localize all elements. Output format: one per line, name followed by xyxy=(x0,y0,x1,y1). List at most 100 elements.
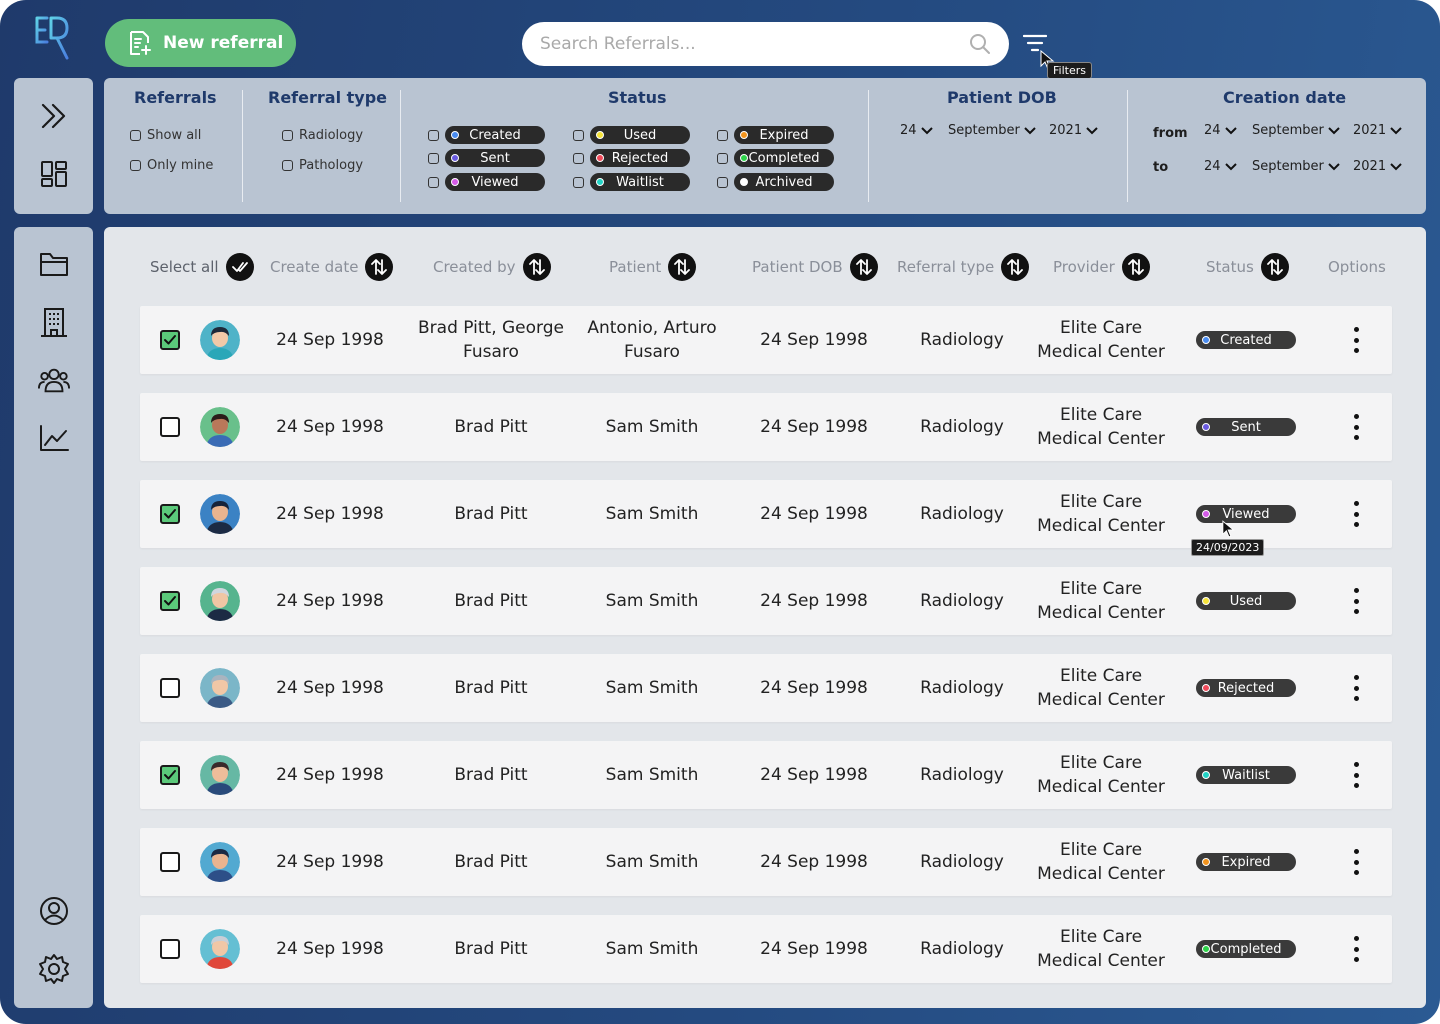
status-option-archived[interactable]: Archived xyxy=(717,173,834,191)
pathology-option[interactable]: Pathology xyxy=(282,158,363,173)
chart-icon[interactable] xyxy=(38,422,70,454)
table-row[interactable]: 24 Sep 1998 Brad Pitt Sam Smith 24 Sep 1998… xyxy=(140,654,1392,722)
provider-cell: Elite Care Medical Center xyxy=(1037,753,1165,797)
logo-icon[interactable] xyxy=(33,14,73,62)
patient-cell: Antonio, Arturo Fusaro xyxy=(587,318,717,362)
sort-status-button[interactable] xyxy=(1260,253,1289,281)
to-year-select[interactable]: 2021 xyxy=(1353,159,1402,174)
expand-icon[interactable] xyxy=(38,100,70,132)
status-option-completed[interactable]: Completed xyxy=(717,149,834,167)
status-option-sent[interactable]: Sent xyxy=(428,149,545,167)
table-row[interactable]: 24 Sep 1998 Brad Pitt Sam Smith 24 Sep 1998… xyxy=(140,741,1392,809)
search-input[interactable] xyxy=(540,34,969,54)
checkbox[interactable] xyxy=(573,129,584,141)
select-all-header[interactable]: Select all xyxy=(150,253,254,281)
patient-header: Patient xyxy=(609,253,697,281)
referral-type-filter-title: Referral type xyxy=(268,88,387,107)
kebab-icon[interactable] xyxy=(1346,759,1366,791)
settings-icon[interactable] xyxy=(38,953,70,985)
status-label: Sent xyxy=(1231,419,1261,435)
table-row[interactable]: 24 Sep 1998 Brad Pitt Sam Smith 24 Sep 1998… xyxy=(140,567,1392,635)
kebab-icon[interactable] xyxy=(1346,324,1366,356)
show-all-option[interactable]: Show all xyxy=(130,128,201,143)
dob-year-select[interactable]: 2021 xyxy=(1049,123,1098,138)
created-by-header: Created by xyxy=(433,253,551,281)
checkbox[interactable] xyxy=(428,176,439,188)
checkbox[interactable] xyxy=(573,152,584,164)
chevron-down-icon xyxy=(1086,126,1098,134)
from-year-select[interactable]: 2021 xyxy=(1353,123,1402,138)
search-bar[interactable] xyxy=(522,22,1009,66)
dob-year: 2021 xyxy=(1049,123,1083,138)
select-all-button[interactable] xyxy=(225,253,254,281)
status-option-viewed[interactable]: Viewed xyxy=(428,173,545,191)
status-option-created[interactable]: Created xyxy=(428,126,545,144)
checkbox[interactable] xyxy=(130,130,141,141)
sort-referral-type-button[interactable] xyxy=(1001,253,1030,281)
kebab-dot xyxy=(1353,435,1359,440)
profile-icon[interactable] xyxy=(38,895,70,927)
row-checkbox[interactable] xyxy=(160,417,180,437)
sort-provider-button[interactable] xyxy=(1121,253,1150,281)
patient-dob-cell: 24 Sep 1998 xyxy=(760,852,868,872)
dob-month-select[interactable]: September xyxy=(948,123,1036,138)
new-referral-label: New referral xyxy=(163,33,284,53)
row-checkbox[interactable] xyxy=(160,852,180,872)
created-by-cell: Brad Pitt xyxy=(454,939,528,959)
checkbox[interactable] xyxy=(282,130,293,141)
row-checkbox[interactable] xyxy=(160,591,180,611)
patient-dob-cell: 24 Sep 1998 xyxy=(760,678,868,698)
from-month-select[interactable]: September xyxy=(1252,123,1340,138)
patient-cell: Sam Smith xyxy=(605,678,699,698)
dashboard-icon[interactable] xyxy=(38,158,70,190)
table-row[interactable]: 24 Sep 1998 Brad Pitt Sam Smith 24 Sep 1998… xyxy=(140,915,1392,983)
checkbox[interactable] xyxy=(282,160,293,171)
search-icon[interactable] xyxy=(969,33,991,55)
status-pill: Archived xyxy=(734,173,834,191)
status-pill: Used xyxy=(590,126,690,144)
referrals-table: Select all Create date Created by Patient P… xyxy=(104,227,1426,1008)
table-row[interactable]: 24 Sep 1998 Brad Pitt Sam Smith 24 Sep 1998… xyxy=(140,393,1392,461)
status-option-rejected[interactable]: Rejected xyxy=(573,149,690,167)
folder-icon[interactable] xyxy=(38,248,70,280)
checkbox[interactable] xyxy=(428,129,439,141)
to-month-select[interactable]: September xyxy=(1252,159,1340,174)
dob-month: September xyxy=(948,123,1020,138)
row-checkbox[interactable] xyxy=(160,504,180,524)
sort-patient-dob-button[interactable] xyxy=(849,253,878,281)
checkbox[interactable] xyxy=(717,176,728,188)
kebab-icon[interactable] xyxy=(1346,672,1366,704)
only-mine-option[interactable]: Only mine xyxy=(130,158,213,173)
checkbox[interactable] xyxy=(428,152,439,164)
row-checkbox[interactable] xyxy=(160,678,180,698)
table-row[interactable]: 24 Sep 1998 Brad Pitt, George Fusaro Anton… xyxy=(140,306,1392,374)
row-checkbox[interactable] xyxy=(160,765,180,785)
users-icon[interactable] xyxy=(38,364,70,396)
checkbox[interactable] xyxy=(717,129,728,141)
sort-create-date-button[interactable] xyxy=(365,253,394,281)
kebab-icon[interactable] xyxy=(1346,498,1366,530)
checkbox[interactable] xyxy=(717,152,728,164)
from-day-select[interactable]: 24 xyxy=(1204,123,1237,138)
to-day-select[interactable]: 24 xyxy=(1204,159,1237,174)
dob-day-select[interactable]: 24 xyxy=(900,123,933,138)
checkbox[interactable] xyxy=(130,160,141,171)
row-checkbox[interactable] xyxy=(160,330,180,350)
sort-patient-button[interactable] xyxy=(668,253,697,281)
radiology-option[interactable]: Radiology xyxy=(282,128,363,143)
new-referral-button[interactable]: New referral xyxy=(105,19,296,67)
status-option-expired[interactable]: Expired xyxy=(717,126,834,144)
table-row[interactable]: 24 Sep 1998 Brad Pitt Sam Smith 24 Sep 1998… xyxy=(140,480,1392,548)
sort-created-by-button[interactable] xyxy=(522,253,551,281)
status-option-used[interactable]: Used xyxy=(573,126,690,144)
row-checkbox[interactable] xyxy=(160,939,180,959)
kebab-icon[interactable] xyxy=(1346,585,1366,617)
status-option-waitlist[interactable]: Waitlist xyxy=(573,173,690,191)
building-icon[interactable] xyxy=(38,306,70,338)
status-label: Used xyxy=(623,127,657,143)
kebab-icon[interactable] xyxy=(1346,411,1366,443)
table-row[interactable]: 24 Sep 1998 Brad Pitt Sam Smith 24 Sep 1998… xyxy=(140,828,1392,896)
checkbox[interactable] xyxy=(573,176,584,188)
kebab-icon[interactable] xyxy=(1346,933,1366,965)
kebab-icon[interactable] xyxy=(1346,846,1366,878)
